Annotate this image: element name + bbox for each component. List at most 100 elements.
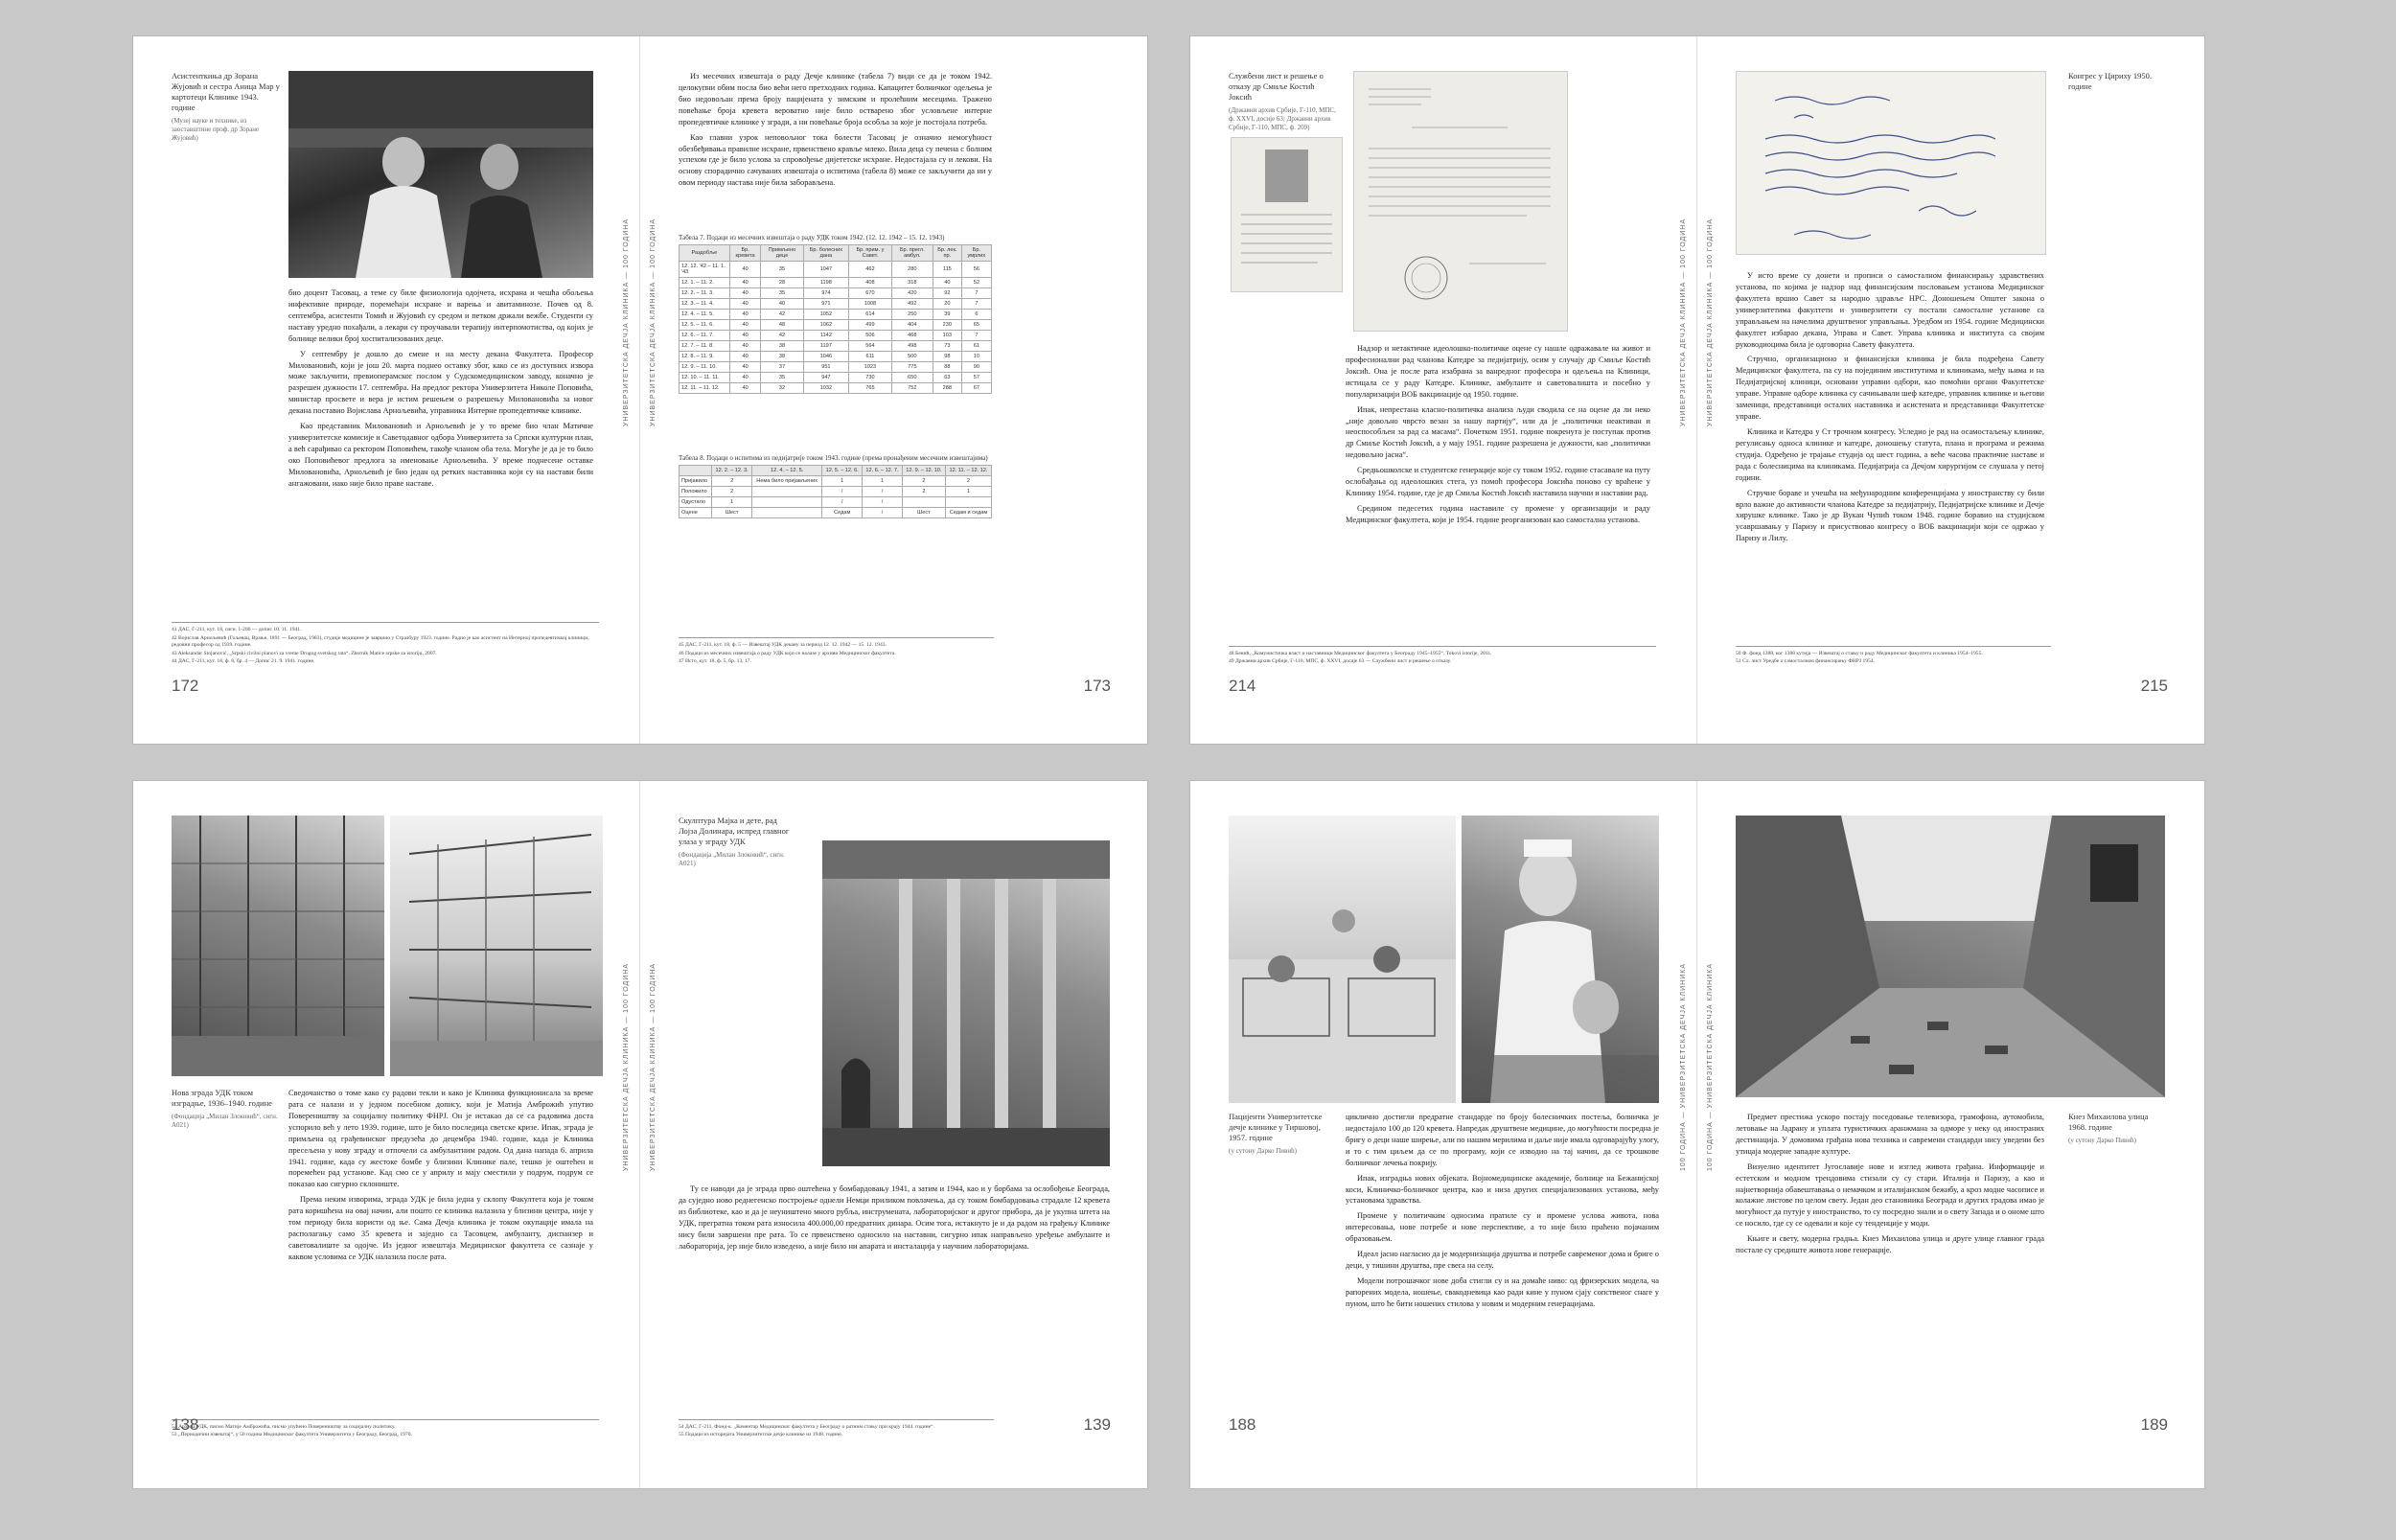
table-7-header-cell: Бр. прегл. амбул. xyxy=(890,244,933,262)
table-7-cell: 1062 xyxy=(802,319,850,331)
table-8-cell xyxy=(751,496,823,508)
table-7-cell: 1023 xyxy=(848,361,892,373)
beds-scene xyxy=(1229,909,1456,1103)
table-7-cell: 420 xyxy=(890,287,933,299)
table-8-cell: Положило xyxy=(678,486,713,497)
table-7-row: 12. 5. – 11. 6. 40 48 1062 499 404 230 65 xyxy=(679,319,993,331)
table-7-cell: 6 xyxy=(960,309,993,320)
table-8-cell: Шест xyxy=(901,507,946,518)
paragraph: У исто време су донети и прописи о самос… xyxy=(1736,271,2044,349)
paragraph: Средњошколске и студентске генерације ко… xyxy=(1346,466,1650,498)
footnote: 52 Архива УДК, писмо Матије Амброжића, п… xyxy=(172,1423,396,1430)
document-text-lines xyxy=(1369,88,1551,300)
body-text: У исто време су донети и прописи о самос… xyxy=(1736,270,2044,548)
document-lines xyxy=(1241,149,1332,264)
table-7-cell: 67 xyxy=(960,382,993,394)
table-7-cell: 115 xyxy=(932,261,962,278)
page-number: 139 xyxy=(1083,1415,1111,1434)
paragraph: Промене у политичким односима пратиле су… xyxy=(1346,1211,1659,1244)
table-8: Табела 8. Подаци о испитима из педијатри… xyxy=(678,448,993,518)
table-7-cell: 57 xyxy=(960,372,993,383)
table-7-cell: 611 xyxy=(848,351,892,362)
paragraph: Визуелно идентитет Југославије нове и из… xyxy=(1736,1161,2044,1229)
page-173: Из месечних извештаја о раду Дечје клини… xyxy=(640,36,1147,744)
paragraph: Према неким изворима, зграда УДК је била… xyxy=(288,1195,593,1261)
table-8-cell: Шест xyxy=(711,507,753,518)
footnote: 41 ДАС, Г-211, кут. 18, сигн. 1-206 — до… xyxy=(172,627,302,633)
caption-text: Службени лист и решење о отказу др Смиље… xyxy=(1229,71,1324,103)
table-7-cell: 506 xyxy=(848,330,892,341)
page-number: 172 xyxy=(172,677,199,695)
paragraph: Књиге и свету, модерна градња. Кнез Миха… xyxy=(1736,1234,2044,1255)
table-7-cell: 90 xyxy=(960,361,993,373)
handwriting-strokes xyxy=(1764,96,1996,240)
table-7-cell: 468 xyxy=(890,330,933,341)
footnotes: 41 ДАС, Г-211, кут. 18, сигн. 1-206 — до… xyxy=(172,622,599,667)
table-8-row: Одустало 1 // xyxy=(678,496,993,508)
table-7-row: 12. 2. – 11. 3. 40 35 974 670 420 92 7 xyxy=(679,287,993,299)
table-8-cell: Седам xyxy=(821,507,864,518)
table-8-header-cell: 12. 9. – 12. 10. xyxy=(901,465,946,476)
table-7-cell: 39 xyxy=(932,309,962,320)
table-7-cell: 98 xyxy=(932,351,962,362)
table-8-cell xyxy=(901,496,946,508)
table-7-cell: 230 xyxy=(932,319,962,331)
footnote: 49 Државни архив Србије, Г-110, МПС, ф. … xyxy=(1229,658,1452,665)
table-8-cell: 1 xyxy=(862,475,903,487)
table-7-cell: 1197 xyxy=(802,340,850,352)
table-7-cell: 92 xyxy=(932,287,962,299)
photo-caption: Нова зграда УДК током изградње, 1936–194… xyxy=(172,1088,282,1130)
table-8-grid: 12. 2. – 12. 3. 12. 4. – 12. 5. 12. 5. – 1… xyxy=(678,465,993,518)
table-8-row: Оцене Шест Седам / Шест Седам и седам xyxy=(678,507,993,518)
table-8-cell: / xyxy=(862,507,903,518)
table-7-cell: 670 xyxy=(848,287,892,299)
table-7-cell: 1142 xyxy=(802,330,850,341)
table-8-cell: 2 xyxy=(901,475,946,487)
table-7-cell: 40 xyxy=(728,340,762,352)
page-188: Пацијенти Универзитетске дечје клинике у… xyxy=(1190,781,1697,1488)
table-7-cell: 1198 xyxy=(802,277,850,288)
table-7-cell: 12. 5. – 11. 6. xyxy=(679,319,730,331)
table-7-grid: Раздобље Бр. кревета Примљено деце Бр. боле… xyxy=(679,244,993,394)
paragraph: Сведочанство о томе како су радови текли… xyxy=(288,1089,593,1189)
paragraph: Из месечних извештаја о раду Дечје клини… xyxy=(679,72,992,126)
spread-188-189: Пацијенти Универзитетске дечје клинике у… xyxy=(1190,781,2204,1488)
paragraph: Ипак, изградња нових објеката. Војномеди… xyxy=(1346,1173,1659,1206)
table-7-cell: 35 xyxy=(760,372,804,383)
table-7-cell: 614 xyxy=(848,309,892,320)
body-text: Из месечних извештаја о раду Дечје клини… xyxy=(679,71,992,193)
footnotes: 52 Архива УДК, писмо Матије Амброжића, п… xyxy=(172,1418,599,1440)
caption-text: Нова зграда УДК током изградње, 1936–194… xyxy=(172,1088,272,1109)
table-7-cell: 12. 4. – 11. 5. xyxy=(679,309,730,320)
table-7-cell: 1032 xyxy=(802,382,850,394)
footnote: 46 Подаци из месечних извештаја о раду У… xyxy=(679,650,896,656)
body-text: био доцент Тасовац, а теме су биле физио… xyxy=(288,287,593,494)
body-text: Предмет престижа ускоро постају поседова… xyxy=(1736,1112,2044,1260)
paragraph: У септембру је дошло до смене и на месту… xyxy=(288,349,593,416)
caption-text: Асистенткиња др Зорана Жујовић и сестра … xyxy=(172,71,280,113)
page-number: 189 xyxy=(2140,1415,2168,1434)
table-8-header-cell: 12. 5. – 12. 6. xyxy=(821,465,864,476)
table-7-cell: 951 xyxy=(802,361,850,373)
page-number: 188 xyxy=(1229,1415,1256,1434)
paragraph: Клиника и Катедра у Ст трочном конгресу.… xyxy=(1736,426,2044,482)
table-7-cell: 775 xyxy=(890,361,933,373)
table-7-cell: 40 xyxy=(760,298,804,310)
running-head: УНИВЕРЗИТЕТСКА ДЕЧЈА КЛИНИКА — 100 ГОДИН… xyxy=(623,963,630,1172)
table-8-cell: Оцене xyxy=(678,507,713,518)
table-7-cell: 12. 11. – 11. 12. xyxy=(679,382,730,394)
photo-caption: Пацијенти Универзитетске дечје клинике у… xyxy=(1229,1112,1334,1156)
table-8-row: Положило 2//2 1 xyxy=(678,486,993,497)
table-7-cell: 40 xyxy=(728,372,762,383)
caption-credit: (Фондација „Милан Злоковић“, сигн. А021) xyxy=(172,1113,278,1130)
table-7-cell: 65 xyxy=(960,319,993,331)
street-scene xyxy=(1736,816,2165,1097)
table-8-cell: Одустало xyxy=(678,496,713,508)
body-text: Ту се наводи да је зграда прво оштећена … xyxy=(679,1184,1110,1256)
photo-construction-left xyxy=(172,816,384,1076)
table-7-cell: 35 xyxy=(760,261,804,278)
handwritten-letter xyxy=(1736,71,2046,255)
document-dismissal-decision xyxy=(1353,71,1568,332)
table-7-cell: 7 xyxy=(960,298,993,310)
photo-caption: Асистенткиња др Зорана Жујовић и сестра … xyxy=(172,71,282,143)
